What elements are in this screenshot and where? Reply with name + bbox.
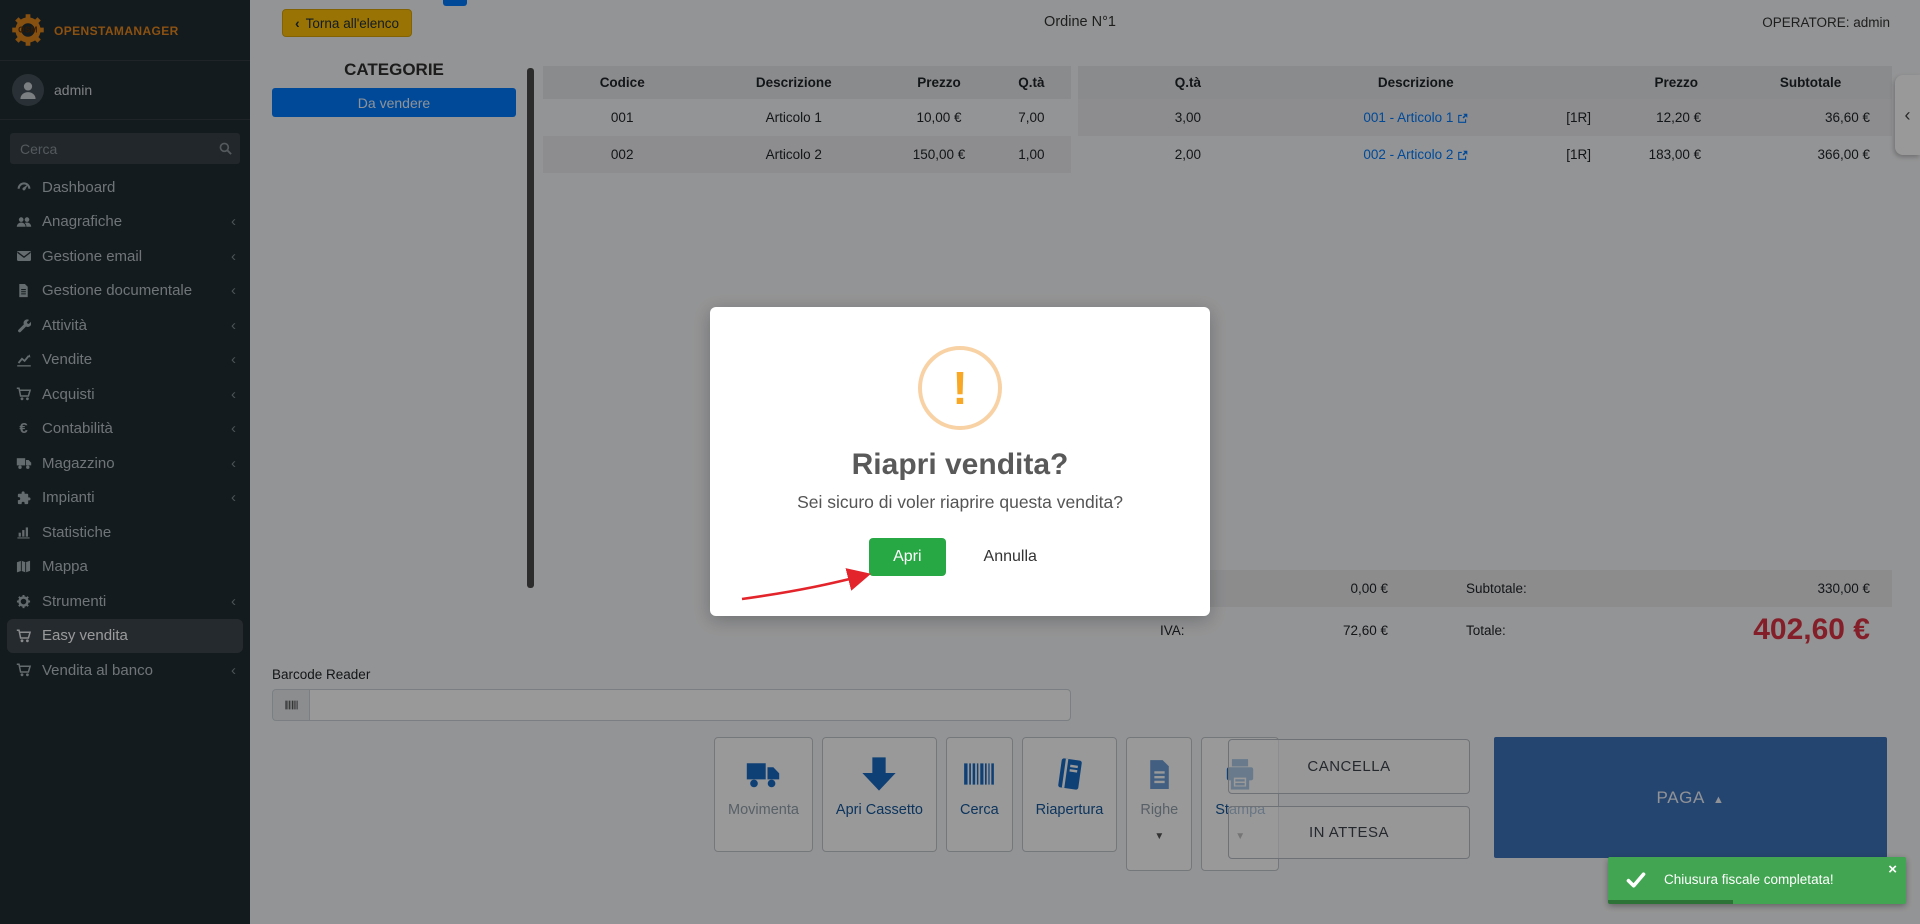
toast-message: Chiusura fiscale completata! xyxy=(1664,872,1834,887)
toast-close-icon[interactable]: × xyxy=(1888,861,1897,878)
dialog-message: Sei sicuro di voler riaprire questa vend… xyxy=(710,492,1210,513)
confirm-dialog: ! Riapri vendita? Sei sicuro di voler ri… xyxy=(710,307,1210,616)
toast-progress-bar xyxy=(1608,900,1733,904)
dialog-title: Riapri vendita? xyxy=(710,448,1210,482)
confirm-apri-button[interactable]: Apri xyxy=(869,538,945,576)
warning-icon: ! xyxy=(918,346,1002,430)
success-toast[interactable]: Chiusura fiscale completata! × xyxy=(1608,857,1906,904)
dialog-actions: Apri Annulla xyxy=(710,538,1210,576)
cancel-annulla-button[interactable]: Annulla xyxy=(970,538,1051,576)
check-icon xyxy=(1625,869,1647,891)
